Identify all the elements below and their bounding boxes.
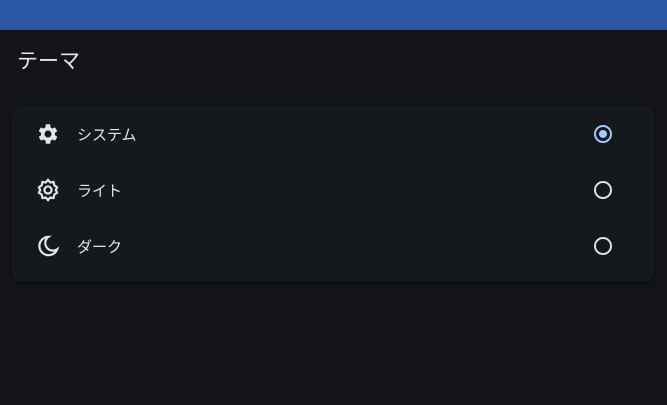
radio-unselected[interactable] [594, 181, 612, 199]
page-title: テーマ [17, 49, 80, 73]
top-app-bar [0, 0, 667, 30]
radio-unselected[interactable] [594, 237, 612, 255]
gear-filled-icon [38, 124, 58, 144]
theme-option-dark[interactable]: ダーク [12, 218, 654, 274]
theme-options-card: システム ライト ダーク [12, 106, 654, 282]
theme-option-system[interactable]: システム [12, 106, 654, 162]
theme-option-label: ダーク [77, 237, 123, 256]
gear-outline-icon [37, 178, 59, 202]
theme-option-label: ライト [77, 181, 123, 200]
theme-option-label: システム [77, 125, 137, 144]
moon-icon [38, 235, 60, 257]
radio-selected[interactable] [594, 125, 612, 143]
theme-option-light[interactable]: ライト [12, 162, 654, 218]
